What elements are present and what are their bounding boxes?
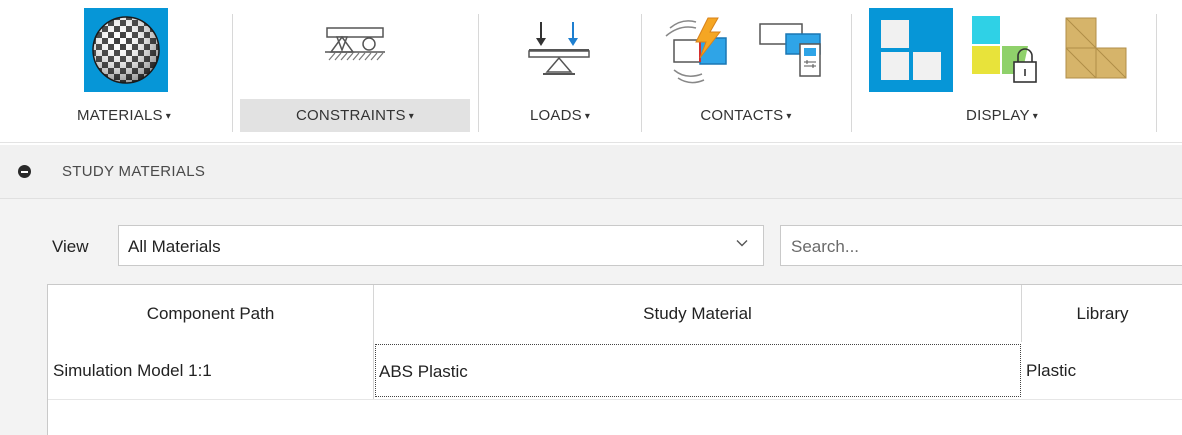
fixed-constraint-icon[interactable] [317,22,393,78]
loads-dropdown[interactable]: LOADS ▾ [485,99,635,132]
constraints-group[interactable]: CONSTRAINTS ▾ [233,0,477,142]
row-divider [48,399,1182,400]
loads-group[interactable]: LOADS ▾ [479,0,641,142]
surface-display-icon[interactable] [1062,14,1136,90]
chevron-down-icon: ▾ [584,111,591,122]
display-group[interactable]: DISPLAY ▾ [852,0,1156,142]
materials-group[interactable]: MATERIALS ▾ [0,0,232,142]
loads-label: LOADS [529,107,582,124]
simulation-toolbar: MATERIALS ▾ CONSTRAINTS ▾ LOADS ▾ CONTAC… [0,0,1182,143]
toolbar-divider [1156,14,1157,132]
materials-dropdown[interactable]: MATERIALS ▾ [44,99,204,132]
cell-library[interactable]: Plastic [1023,342,1182,399]
display-label: DISPLAY [966,107,1030,124]
column-header-study-material[interactable]: Study Material [374,285,1022,342]
search-field[interactable] [780,225,1182,266]
panel-title: STUDY MATERIALS [62,163,206,180]
chevron-down-icon: ▾ [1032,111,1038,122]
materials-table: Component Path Study Material Library Si… [47,284,1182,435]
load-arrows-icon[interactable] [521,18,597,82]
contact-icon[interactable] [662,14,732,86]
study-materials-header[interactable]: STUDY MATERIALS [0,145,1182,199]
contacts-group[interactable]: CONTACTS ▾ [642,0,850,142]
materials-label: MATERIALS [77,107,163,124]
search-input[interactable] [789,234,1173,260]
contact-manager-icon[interactable] [756,20,826,80]
contacts-label: CONTACTS [700,107,784,124]
chevron-down-icon: ▾ [165,111,171,122]
chevron-down-icon [736,240,748,247]
cell-study-material[interactable]: ABS Plastic [375,344,1021,397]
cell-component-path[interactable]: Simulation Model 1:1 [48,342,374,399]
view-select[interactable]: All Materials [118,225,764,266]
display-mesh-icon[interactable] [869,8,953,92]
display-dropdown[interactable]: DISPLAY ▾ [922,99,1082,132]
collapse-icon[interactable] [18,165,31,178]
column-header-component-path[interactable]: Component Path [48,285,374,342]
chevron-down-icon: ▾ [786,111,792,122]
material-sphere-icon[interactable] [84,8,168,92]
view-select-value: All Materials [128,237,221,256]
lock-component-icon[interactable] [970,14,1044,90]
constraints-label: CONSTRAINTS [296,107,406,124]
contacts-dropdown[interactable]: CONTACTS ▾ [656,99,836,132]
column-header-library[interactable]: Library [1022,285,1182,342]
view-label: View [52,237,89,256]
study-materials-panel: View All Materials Component Path Study … [0,199,1182,435]
chevron-down-icon: ▾ [408,111,414,122]
constraints-dropdown[interactable]: CONSTRAINTS ▾ [240,99,470,132]
